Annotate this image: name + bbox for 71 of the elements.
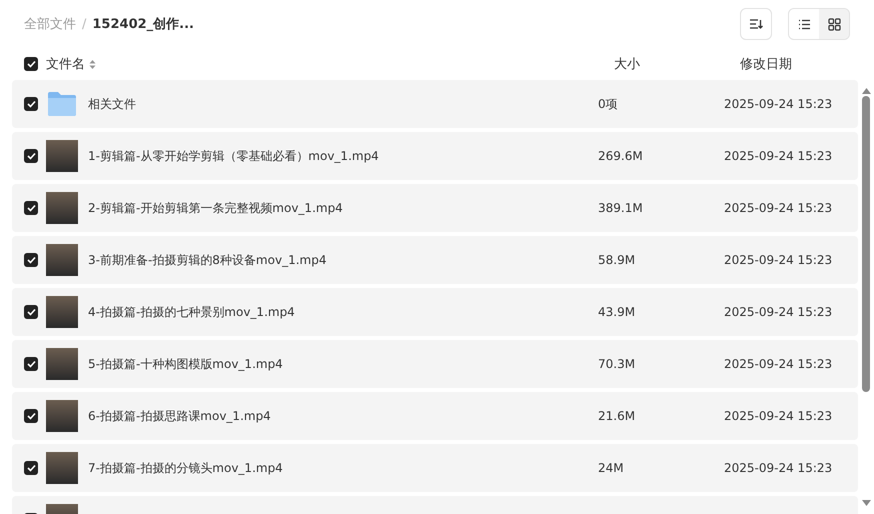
- breadcrumb-item: 152402_创作...: [92, 16, 194, 33]
- file-name: 5-拍摄篇-十种构图模版mov_1.mp4: [88, 356, 283, 372]
- row-checkbox[interactable]: [24, 149, 38, 163]
- file-size: 389.1M: [598, 201, 644, 215]
- checkmark-icon: [26, 100, 36, 108]
- file-name: 2-剪辑篇-开始剪辑第一条完整视频mov_1.mp4: [88, 200, 343, 216]
- file-size: 24M: [598, 461, 625, 475]
- video-thumbnail: [46, 348, 78, 380]
- row-checkbox[interactable]: [24, 97, 38, 111]
- list-view-button[interactable]: [789, 9, 819, 39]
- video-thumbnail: [46, 296, 78, 328]
- modified-date: 2025-09-24 15:23: [724, 149, 834, 163]
- file-row[interactable]: 4-拍摄篇-拍摄的七种景别mov_1.mp4 43.9M 2025-09-24 15:23: [12, 288, 858, 336]
- sort-lines-icon: [749, 18, 763, 30]
- file-name: 相关文件: [88, 96, 136, 112]
- file-row[interactable]: 相关文件 0项 2025-09-24 15:23: [12, 80, 858, 128]
- file-row[interactable]: 7-拍摄篇-拍摄的分镜头mov_1.mp4 24M 2025-09-24 15:23: [12, 444, 858, 492]
- breadcrumb-separator: /: [82, 16, 86, 32]
- file-row[interactable]: 3-前期准备-拍摄剪辑的8种设备mov_1.mp4 58.9M 2025-09-24 15:23: [12, 236, 858, 284]
- modified-date: 2025-09-24 15:23: [724, 461, 834, 475]
- scrollbar-thumb[interactable]: [862, 96, 870, 392]
- file-name: 3-前期准备-拍摄剪辑的8种设备mov_1.mp4: [88, 252, 326, 268]
- video-thumbnail: [46, 192, 78, 224]
- video-thumbnail: [46, 400, 78, 432]
- row-checkbox[interactable]: [24, 253, 38, 267]
- checkmark-icon: [26, 204, 36, 212]
- column-header[interactable]: 文件名: [46, 55, 85, 73]
- file-size: 70.3M: [598, 357, 636, 371]
- column-header: 大小: [614, 56, 641, 73]
- file-size: 0项: [598, 96, 619, 112]
- sort-icon[interactable]: [89, 58, 96, 70]
- grid-icon: [828, 18, 840, 30]
- modified-date: 2025-09-24 15:23: [724, 409, 834, 423]
- modified-date: 2025-09-24 15:23: [724, 201, 834, 215]
- file-row[interactable]: 1-剪辑篇-从零开始学剪辑（零基础必看）mov_1.mp4 269.6M 2025-09-24 15:23: [12, 132, 858, 180]
- modified-date: 2025-09-24 15:23: [724, 253, 834, 267]
- list-icon: [798, 18, 810, 30]
- video-thumbnail: [46, 244, 78, 276]
- row-checkbox[interactable]: [24, 461, 38, 475]
- checkmark-icon: [26, 412, 36, 420]
- file-size: 43.9M: [598, 305, 636, 319]
- column-header: 修改日期: [740, 56, 793, 73]
- file-row[interactable]: 2-剪辑篇-开始剪辑第一条完整视频mov_1.mp4 389.1M 2025-09-24 15:23: [12, 184, 858, 232]
- file-size: 269.6M: [598, 149, 644, 163]
- checkmark-icon: [26, 152, 36, 160]
- file-size: 21.6M: [598, 409, 636, 423]
- video-thumbnail: [46, 140, 78, 172]
- video-thumbnail: [46, 452, 78, 484]
- row-checkbox[interactable]: [24, 409, 38, 423]
- row-checkbox[interactable]: [24, 201, 38, 215]
- checkmark-icon: [26, 256, 36, 264]
- modified-date: 2025-09-24 15:23: [724, 97, 834, 111]
- row-checkbox[interactable]: [24, 305, 38, 319]
- scroll-down-icon[interactable]: [862, 500, 870, 506]
- file-name: 6-拍摄篇-拍摄思路课mov_1.mp4: [88, 408, 271, 424]
- file-row[interactable]: 6-拍摄篇-拍摄思路课mov_1.mp4 21.6M 2025-09-24 15:23: [12, 392, 858, 440]
- file-name: 7-拍摄篇-拍摄的分镜头mov_1.mp4: [88, 460, 283, 476]
- file-row[interactable]: 5-拍摄篇-十种构图模版mov_1.mp4 70.3M 2025-09-24 15:23: [12, 340, 858, 388]
- modified-date: 2025-09-24 15:23: [724, 357, 834, 371]
- checkmark-icon: [26, 60, 36, 68]
- sort-button[interactable]: [740, 8, 772, 40]
- file-name: 4-拍摄篇-拍摄的七种景别mov_1.mp4: [88, 304, 295, 320]
- checkmark-icon: [26, 360, 36, 368]
- checkmark-icon: [26, 308, 36, 316]
- select-all-checkbox[interactable]: [24, 57, 38, 71]
- modified-date: 2025-09-24 15:23: [724, 305, 834, 319]
- checkmark-icon: [26, 464, 36, 472]
- scroll-up-icon[interactable]: [862, 88, 870, 94]
- file-name: 1-剪辑篇-从零开始学剪辑（零基础必看）mov_1.mp4: [88, 148, 379, 164]
- row-checkbox[interactable]: [24, 357, 38, 371]
- file-size: 58.9M: [598, 253, 636, 267]
